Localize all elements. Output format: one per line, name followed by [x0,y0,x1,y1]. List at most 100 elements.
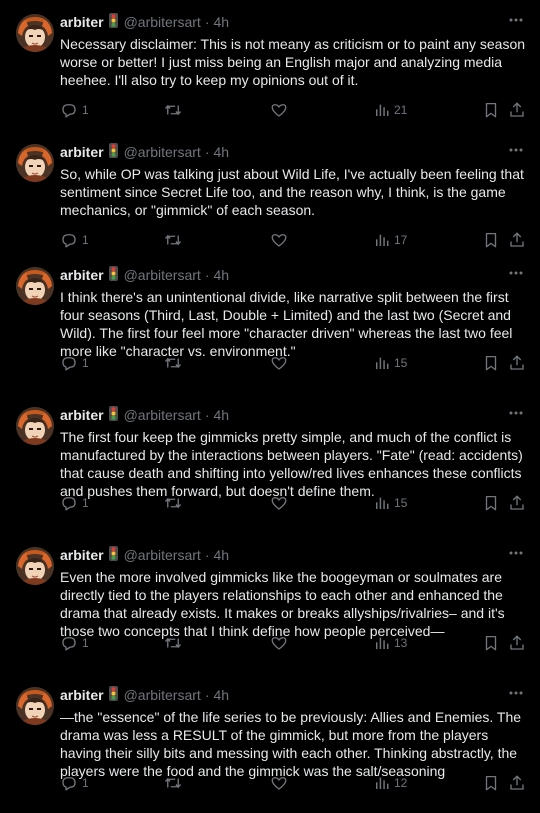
bookmark-icon [485,635,497,651]
reply-count: 1 [82,776,89,790]
views-icon [376,777,389,789]
user-handle[interactable]: @arbitersart [124,267,201,283]
user-handle[interactable]: @arbitersart [124,144,201,160]
retweet-button[interactable] [164,494,182,512]
view-count: 21 [394,103,408,117]
reply-button[interactable]: 1 [60,101,89,119]
avatar[interactable] [16,14,54,52]
bookmark-button[interactable] [482,494,500,512]
bookmark-button[interactable] [482,101,500,119]
tweet[interactable]: arbiter @arbitersart · 4h —the "essence"… [0,673,540,813]
reply-icon [62,497,76,511]
retweet-icon [164,234,182,246]
share-button[interactable] [508,101,526,119]
views-icon [376,234,389,246]
view-count: 13 [394,636,408,650]
like-button[interactable] [270,634,288,652]
tweet[interactable]: arbiter @arbitersart · 4h Even the more … [0,533,540,673]
reply-icon [62,234,76,248]
views-button[interactable]: 15 [374,494,407,512]
views-button[interactable]: 12 [374,774,407,792]
display-name[interactable]: arbiter [60,547,104,563]
bookmark-button[interactable] [482,774,500,792]
more-icon[interactable] [508,685,524,701]
tweet-header: arbiter @arbitersart · 4h [60,686,500,704]
timestamp[interactable]: 4h [213,267,229,283]
more-icon[interactable] [508,142,524,158]
share-button[interactable] [508,634,526,652]
reply-button[interactable]: 1 [60,231,89,249]
avatar[interactable] [16,267,54,305]
view-count: 17 [394,233,408,247]
traffic-light-icon [108,686,118,704]
share-button[interactable] [508,494,526,512]
views-button[interactable]: 21 [374,101,407,119]
traffic-light-icon [108,406,118,424]
heart-icon [271,777,287,790]
timestamp[interactable]: 4h [213,144,229,160]
like-button[interactable] [270,494,288,512]
bookmark-button[interactable] [482,354,500,372]
reply-button[interactable]: 1 [60,494,89,512]
view-count: 15 [394,496,408,510]
bookmark-icon [485,102,497,118]
timestamp[interactable]: 4h [213,407,229,423]
display-name[interactable]: arbiter [60,407,104,423]
tweet-header: arbiter @arbitersart · 4h [60,143,500,161]
bookmark-button[interactable] [482,231,500,249]
display-name[interactable]: arbiter [60,144,104,160]
tweet[interactable]: arbiter @arbitersart · 4h So, while OP w… [0,130,540,270]
views-icon [376,357,389,369]
views-button[interactable]: 15 [374,354,407,372]
like-button[interactable] [270,231,288,249]
display-name[interactable]: arbiter [60,687,104,703]
like-button[interactable] [270,354,288,372]
timestamp[interactable]: 4h [213,547,229,563]
views-icon [376,104,389,116]
more-icon[interactable] [508,545,524,561]
reply-icon [62,357,76,371]
timestamp[interactable]: 4h [213,14,229,30]
share-button[interactable] [508,774,526,792]
like-button[interactable] [270,774,288,792]
more-icon[interactable] [508,265,524,281]
share-button[interactable] [508,354,526,372]
retweet-button[interactable] [164,634,182,652]
display-name[interactable]: arbiter [60,14,104,30]
timestamp[interactable]: 4h [213,687,229,703]
more-icon[interactable] [508,12,524,28]
avatar[interactable] [16,407,54,445]
retweet-button[interactable] [164,354,182,372]
user-handle[interactable]: @arbitersart [124,687,201,703]
tweet[interactable]: arbiter @arbitersart · 4h Necessary disc… [0,0,540,140]
tweet[interactable]: arbiter @arbitersart · 4h I think there'… [0,253,540,393]
avatar[interactable] [16,144,54,182]
retweet-button[interactable] [164,774,182,792]
more-icon[interactable] [508,405,524,421]
tweet-text: Even the more involved gimmicks like the… [60,569,505,639]
views-button[interactable]: 17 [374,231,407,249]
reply-count: 1 [82,103,89,117]
bookmark-button[interactable] [482,634,500,652]
share-button[interactable] [508,231,526,249]
bookmark-icon [485,355,497,371]
user-handle[interactable]: @arbitersart [124,407,201,423]
retweet-button[interactable] [164,101,182,119]
user-handle[interactable]: @arbitersart [124,547,201,563]
reply-button[interactable]: 1 [60,774,89,792]
avatar[interactable] [16,687,54,725]
share-icon [510,232,524,247]
reply-button[interactable]: 1 [60,634,89,652]
avatar[interactable] [16,547,54,585]
views-button[interactable]: 13 [374,634,407,652]
retweet-icon [164,637,182,649]
retweet-button[interactable] [164,231,182,249]
tweet[interactable]: arbiter @arbitersart · 4h The first four… [0,393,540,533]
reply-button[interactable]: 1 [60,354,89,372]
user-handle[interactable]: @arbitersart [124,14,201,30]
traffic-light-icon [108,143,118,161]
like-button[interactable] [270,101,288,119]
tweet-text: I think there's an unintentional divide,… [60,289,513,359]
display-name[interactable]: arbiter [60,267,104,283]
share-icon [510,775,524,790]
